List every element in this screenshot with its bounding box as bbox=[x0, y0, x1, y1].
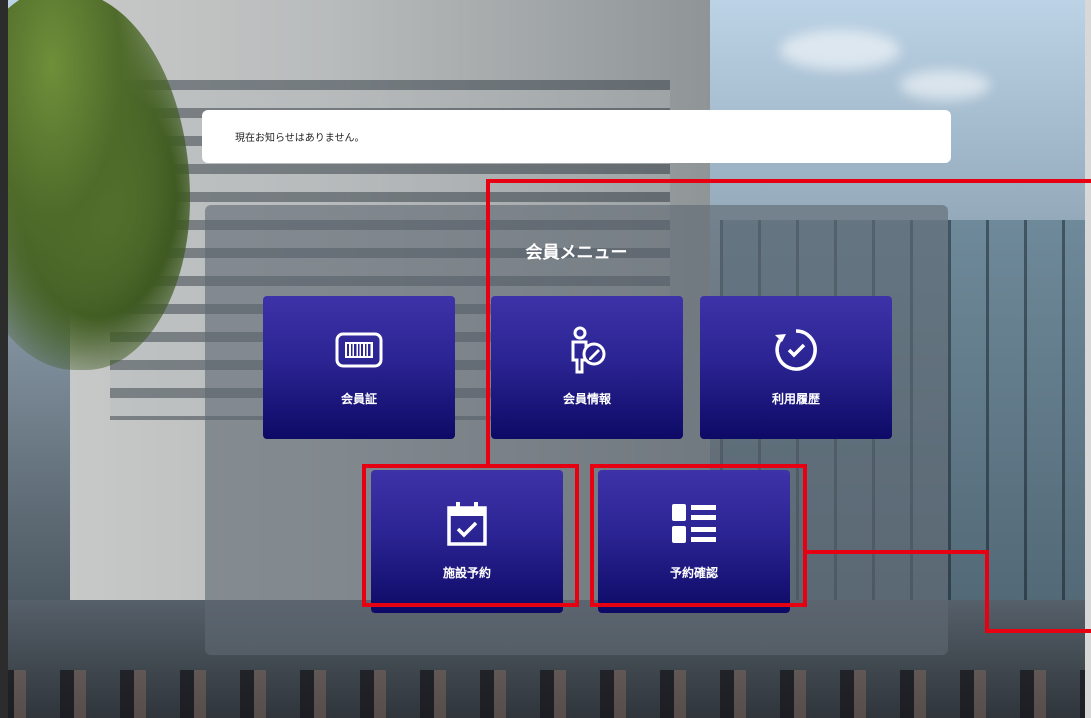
history-clock-icon bbox=[772, 326, 820, 374]
highlight-connector bbox=[486, 179, 490, 467]
member-edit-icon bbox=[563, 326, 611, 374]
highlight-connector bbox=[985, 550, 989, 633]
crowd bbox=[0, 670, 1091, 718]
highlight-box-facility-reservation bbox=[362, 464, 579, 607]
notice-text: 現在お知らせはありません。 bbox=[235, 133, 365, 144]
highlight-connector bbox=[805, 550, 987, 554]
member-card-button[interactable]: 会員証 bbox=[263, 296, 455, 439]
member-info-button[interactable]: 会員情報 bbox=[491, 296, 683, 439]
highlight-connector bbox=[985, 629, 1091, 633]
member-card-label: 会員証 bbox=[340, 392, 377, 406]
highlight-connector bbox=[486, 179, 1091, 183]
usage-history-button[interactable]: 利用履歴 bbox=[700, 296, 892, 439]
usage-history-label: 利用履歴 bbox=[771, 392, 820, 406]
notice-bar: 現在お知らせはありません。 bbox=[202, 110, 951, 163]
barcode-card-icon bbox=[335, 326, 383, 374]
member-info-label: 会員情報 bbox=[562, 392, 611, 406]
member-menu-title: 会員メニュー bbox=[525, 243, 628, 263]
highlight-box-reservation-check bbox=[590, 464, 807, 607]
